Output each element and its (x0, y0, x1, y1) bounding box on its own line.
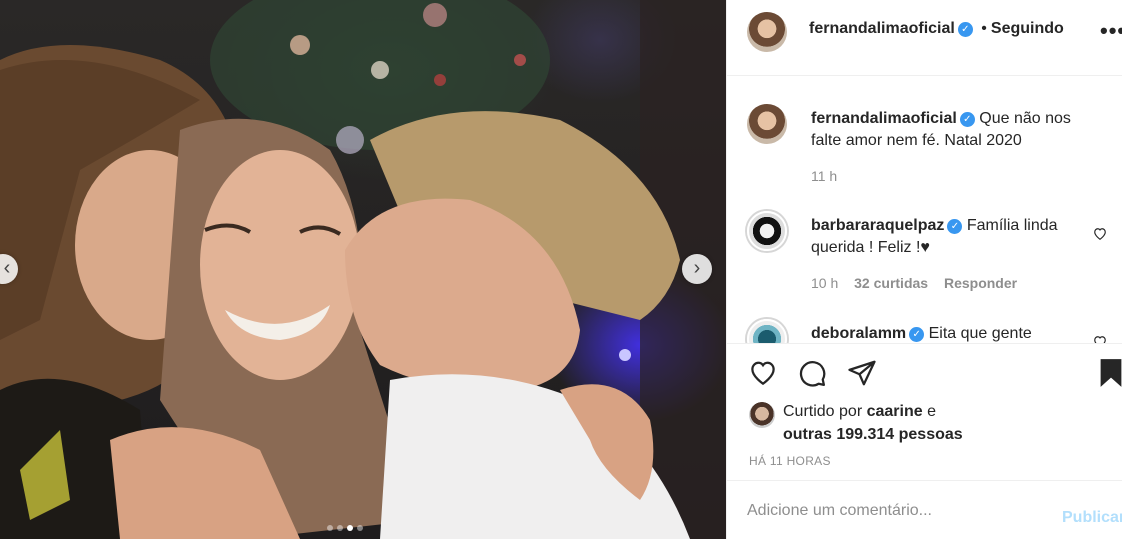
more-options-icon[interactable]: ••• (1100, 18, 1122, 44)
next-slide-button[interactable]: › (682, 254, 712, 284)
following-button[interactable]: Seguindo (991, 20, 1064, 37)
likes-conjunction: e (927, 403, 937, 420)
commenter-username[interactable]: deboralamm (811, 325, 906, 342)
commenter-avatar[interactable] (747, 319, 787, 343)
caption-username[interactable]: fernandalimaoficial (811, 110, 957, 127)
liked-by-prefix: Curtido por (783, 403, 863, 420)
comment-item: deboralamm ✓ Eita que gente (747, 319, 1117, 343)
add-comment-bar: Publicar (727, 480, 1122, 539)
heart-small-icon[interactable] (1093, 227, 1107, 245)
commenter-username[interactable]: barbararaquelpaz (811, 217, 944, 234)
comment-text: Eita que gente (928, 325, 1032, 342)
comment-item: barbararaquelpaz ✓ Família linda querida … (747, 211, 1117, 311)
likes-line-1: Curtido por caarine e (783, 400, 963, 423)
carousel-dot (327, 525, 333, 531)
liker-username[interactable]: caarine (867, 403, 923, 420)
author-avatar[interactable] (747, 12, 787, 52)
reply-button[interactable]: Responder (944, 275, 1017, 291)
heart-small-icon[interactable] (1093, 335, 1107, 343)
post-header: fernandalimaoficial✓ •Seguindo ••• (727, 0, 1122, 76)
carousel-dot (337, 525, 343, 531)
publish-button[interactable]: Publicar (1062, 509, 1122, 527)
heart-outline-icon[interactable] (747, 358, 779, 393)
verified-badge-icon: ✓ (947, 219, 963, 234)
carousel-dot (357, 525, 363, 531)
post-photo[interactable]: ‹ › (0, 0, 726, 539)
comment-likes-count[interactable]: 32 curtidas (854, 275, 928, 291)
caption-avatar[interactable] (747, 104, 787, 144)
verified-badge-icon: ✓ (909, 327, 925, 342)
photo-scene (0, 0, 726, 539)
post-side-panel: fernandalimaoficial✓ •Seguindo ••• ferna… (726, 0, 1122, 539)
comment-input[interactable] (747, 499, 1047, 523)
paper-plane-icon[interactable] (847, 358, 877, 393)
likes-summary: Curtido por caarine e outras 199.314 pes… (749, 400, 963, 446)
carousel-indicator (327, 525, 363, 531)
comment-bubble-icon[interactable] (797, 358, 827, 393)
comment-time[interactable]: 10 h (811, 275, 838, 291)
carousel-dot-active (347, 525, 353, 531)
comment-meta: 10 h 32 curtidas Responder (811, 275, 1029, 291)
post-timestamp[interactable]: HÁ 11 HORAS (749, 454, 831, 468)
header-user-line: fernandalimaoficial ✓ • Seguindo (809, 20, 1064, 38)
caption-text-block: fernandalimaoficial ✓ Que não nos falte a… (811, 108, 1101, 152)
comment-text-block: barbararaquelpaz ✓ Família linda querida … (811, 215, 1101, 259)
verified-badge-icon: ✓ (959, 112, 975, 127)
comments-list: fernandalimaoficial ✓ Que não nos falte a… (727, 77, 1122, 343)
separator-dot: • (981, 20, 987, 37)
caption-comment: fernandalimaoficial ✓ Que não nos falte a… (747, 104, 1117, 214)
verified-badge-icon: ✓ (957, 22, 973, 37)
commenter-avatar[interactable] (747, 211, 787, 251)
likes-others-link[interactable]: outras 199.314 pessoas (783, 423, 963, 446)
author-username[interactable]: fernandalimaoficial (809, 20, 955, 37)
caption-time[interactable]: 11 h (811, 168, 837, 184)
caption-meta: 11 h (811, 168, 849, 184)
post-actions: Curtido por caarine e outras 199.314 pes… (727, 343, 1122, 479)
liker-avatar[interactable] (749, 402, 775, 428)
bookmark-filled-icon[interactable] (1099, 358, 1122, 393)
comment-text-block: deboralamm ✓ Eita que gente (811, 323, 1101, 343)
